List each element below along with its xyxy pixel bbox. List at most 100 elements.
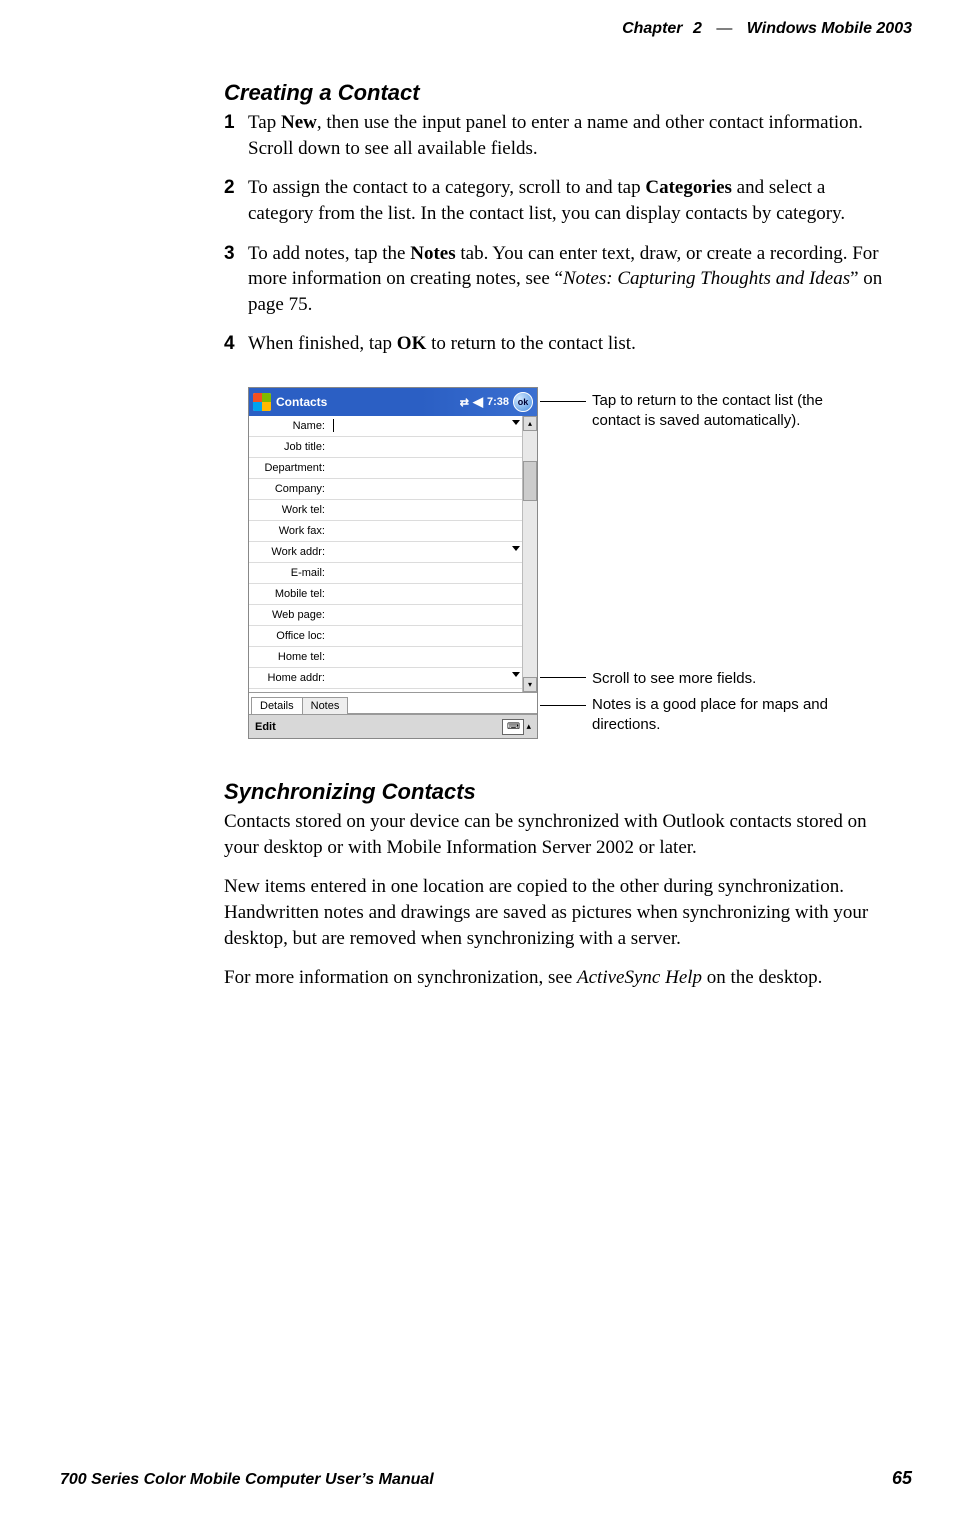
field-label: E-mail: bbox=[249, 567, 329, 579]
field-label: Job title: bbox=[249, 441, 329, 453]
step-1: 1 Tap New, then use the input panel to e… bbox=[224, 110, 894, 161]
field-name[interactable]: Name: bbox=[249, 416, 522, 437]
scroll-down-button[interactable]: ▾ bbox=[523, 677, 537, 692]
field-work-fax[interactable]: Work fax: bbox=[249, 521, 522, 542]
chapter-label: Chapter bbox=[622, 20, 682, 37]
callout-line bbox=[540, 677, 586, 678]
scroll-thumb[interactable] bbox=[523, 461, 537, 501]
windows-flag-icon[interactable] bbox=[253, 393, 271, 411]
step-number: 4 bbox=[224, 331, 248, 357]
scrollbar[interactable]: ▴ ▾ bbox=[522, 416, 537, 692]
step-text: When finished, tap bbox=[248, 333, 397, 354]
field-label: Home addr: bbox=[249, 672, 329, 684]
field-office-loc[interactable]: Office loc: bbox=[249, 626, 522, 647]
text-cursor bbox=[333, 419, 334, 432]
header-dash: — bbox=[716, 20, 732, 37]
step-body: Tap New, then use the input panel to ent… bbox=[248, 110, 894, 161]
chapter-number: 2 bbox=[693, 20, 702, 37]
step-text: to return to the contact list. bbox=[426, 333, 635, 354]
step-bold: Categories bbox=[645, 177, 732, 198]
step-number: 3 bbox=[224, 241, 248, 318]
step-number: 2 bbox=[224, 175, 248, 226]
step-text: To assign the contact to a category, scr… bbox=[248, 177, 645, 198]
field-label: Company: bbox=[249, 483, 329, 495]
page-header: Chapter 2 — Windows Mobile 2003 bbox=[622, 20, 912, 38]
sip-up-icon[interactable]: ▴ bbox=[526, 721, 531, 732]
field-label: Name: bbox=[249, 420, 329, 432]
pda-screenshot: Contacts ⇄ ◀ 7:38 ok Name: Job title: De… bbox=[248, 387, 538, 739]
pda-form: Name: Job title: Department: Company: Wo… bbox=[249, 416, 522, 692]
field-label: Office loc: bbox=[249, 630, 329, 642]
dropdown-icon[interactable] bbox=[512, 672, 520, 677]
section-synchronizing: Synchronizing Contacts Contacts stored o… bbox=[224, 779, 894, 991]
step-text: Tap bbox=[248, 112, 281, 133]
callouts: Tap to return to the contact list (the c… bbox=[558, 387, 878, 727]
field-email[interactable]: E-mail: bbox=[249, 563, 522, 584]
tab-details[interactable]: Details bbox=[251, 697, 303, 714]
callout-line bbox=[540, 705, 586, 706]
dropdown-icon[interactable] bbox=[512, 546, 520, 551]
field-company[interactable]: Company: bbox=[249, 479, 522, 500]
step-text: To add notes, tap the bbox=[248, 243, 410, 264]
step-number: 1 bbox=[224, 110, 248, 161]
step-text: , then use the input panel to enter a na… bbox=[248, 112, 863, 159]
step-bold: New bbox=[281, 112, 317, 133]
field-label: Work tel: bbox=[249, 504, 329, 516]
sync-para-1: Contacts stored on your device can be sy… bbox=[224, 809, 894, 860]
step-body: To assign the contact to a category, scr… bbox=[248, 175, 894, 226]
field-label: Web page: bbox=[249, 609, 329, 621]
field-label: Work fax: bbox=[249, 525, 329, 537]
callout-ok: Tap to return to the contact list (the c… bbox=[592, 391, 872, 430]
field-label: Work addr: bbox=[249, 546, 329, 558]
field-label: Mobile tel: bbox=[249, 588, 329, 600]
step-bold: OK bbox=[397, 333, 427, 354]
dropdown-icon[interactable] bbox=[512, 420, 520, 425]
field-label: Home tel: bbox=[249, 651, 329, 663]
sync-para-3: For more information on synchronization,… bbox=[224, 965, 894, 991]
callout-notes: Notes is a good place for maps and direc… bbox=[592, 695, 852, 734]
pda-status: ⇄ ◀ 7:38 bbox=[460, 394, 509, 410]
step-bold: Notes bbox=[410, 243, 455, 264]
field-department[interactable]: Department: bbox=[249, 458, 522, 479]
step-italic: Notes: Capturing Thoughts and Ideas bbox=[563, 268, 850, 289]
pda-time: 7:38 bbox=[487, 396, 509, 408]
heading-creating-contact: Creating a Contact bbox=[224, 80, 894, 106]
field-home-tel[interactable]: Home tel: bbox=[249, 647, 522, 668]
header-title: Windows Mobile 2003 bbox=[747, 20, 912, 37]
field-job-title[interactable]: Job title: bbox=[249, 437, 522, 458]
field-label: Department: bbox=[249, 462, 329, 474]
para-italic: ActiveSync Help bbox=[577, 967, 702, 988]
sync-para-2: New items entered in one location are co… bbox=[224, 874, 894, 951]
pda-titlebar: Contacts ⇄ ◀ 7:38 ok bbox=[249, 388, 537, 416]
field-mobile-tel[interactable]: Mobile tel: bbox=[249, 584, 522, 605]
edit-menu[interactable]: Edit bbox=[255, 721, 276, 733]
main-content: Creating a Contact 1 Tap New, then use t… bbox=[224, 80, 894, 1005]
scroll-up-button[interactable]: ▴ bbox=[523, 416, 537, 431]
footer-manual-title: 700 Series Color Mobile Computer User’s … bbox=[60, 1471, 434, 1489]
callout-scroll: Scroll to see more fields. bbox=[592, 669, 852, 689]
field-home-addr[interactable]: Home addr: bbox=[249, 668, 522, 689]
connectivity-icon[interactable]: ⇄ bbox=[460, 396, 469, 409]
field-web-page[interactable]: Web page: bbox=[249, 605, 522, 626]
step-body: To add notes, tap the Notes tab. You can… bbox=[248, 241, 894, 318]
speaker-icon[interactable]: ◀ bbox=[473, 394, 483, 410]
step-4: 4 When finished, tap OK to return to the… bbox=[224, 331, 894, 357]
tab-notes[interactable]: Notes bbox=[302, 697, 349, 714]
pda-bottom-bar: Edit ⌨ ▴ bbox=[249, 714, 537, 738]
pda-app-title: Contacts bbox=[276, 395, 460, 409]
footer-page-number: 65 bbox=[892, 1468, 912, 1489]
step-3: 3 To add notes, tap the Notes tab. You c… bbox=[224, 241, 894, 318]
para-text: on the desktop. bbox=[702, 967, 822, 988]
keyboard-icon[interactable]: ⌨ bbox=[502, 719, 524, 735]
figure: Contacts ⇄ ◀ 7:38 ok Name: Job title: De… bbox=[248, 387, 894, 739]
step-2: 2 To assign the contact to a category, s… bbox=[224, 175, 894, 226]
pda-body: Name: Job title: Department: Company: Wo… bbox=[249, 416, 537, 692]
pda-tabs: Details Notes bbox=[249, 692, 537, 714]
heading-synchronizing: Synchronizing Contacts bbox=[224, 779, 894, 805]
step-body: When finished, tap OK to return to the c… bbox=[248, 331, 894, 357]
ok-button[interactable]: ok bbox=[513, 392, 533, 412]
field-work-tel[interactable]: Work tel: bbox=[249, 500, 522, 521]
callout-line bbox=[540, 401, 586, 402]
para-text: For more information on synchronization,… bbox=[224, 967, 577, 988]
field-work-addr[interactable]: Work addr: bbox=[249, 542, 522, 563]
